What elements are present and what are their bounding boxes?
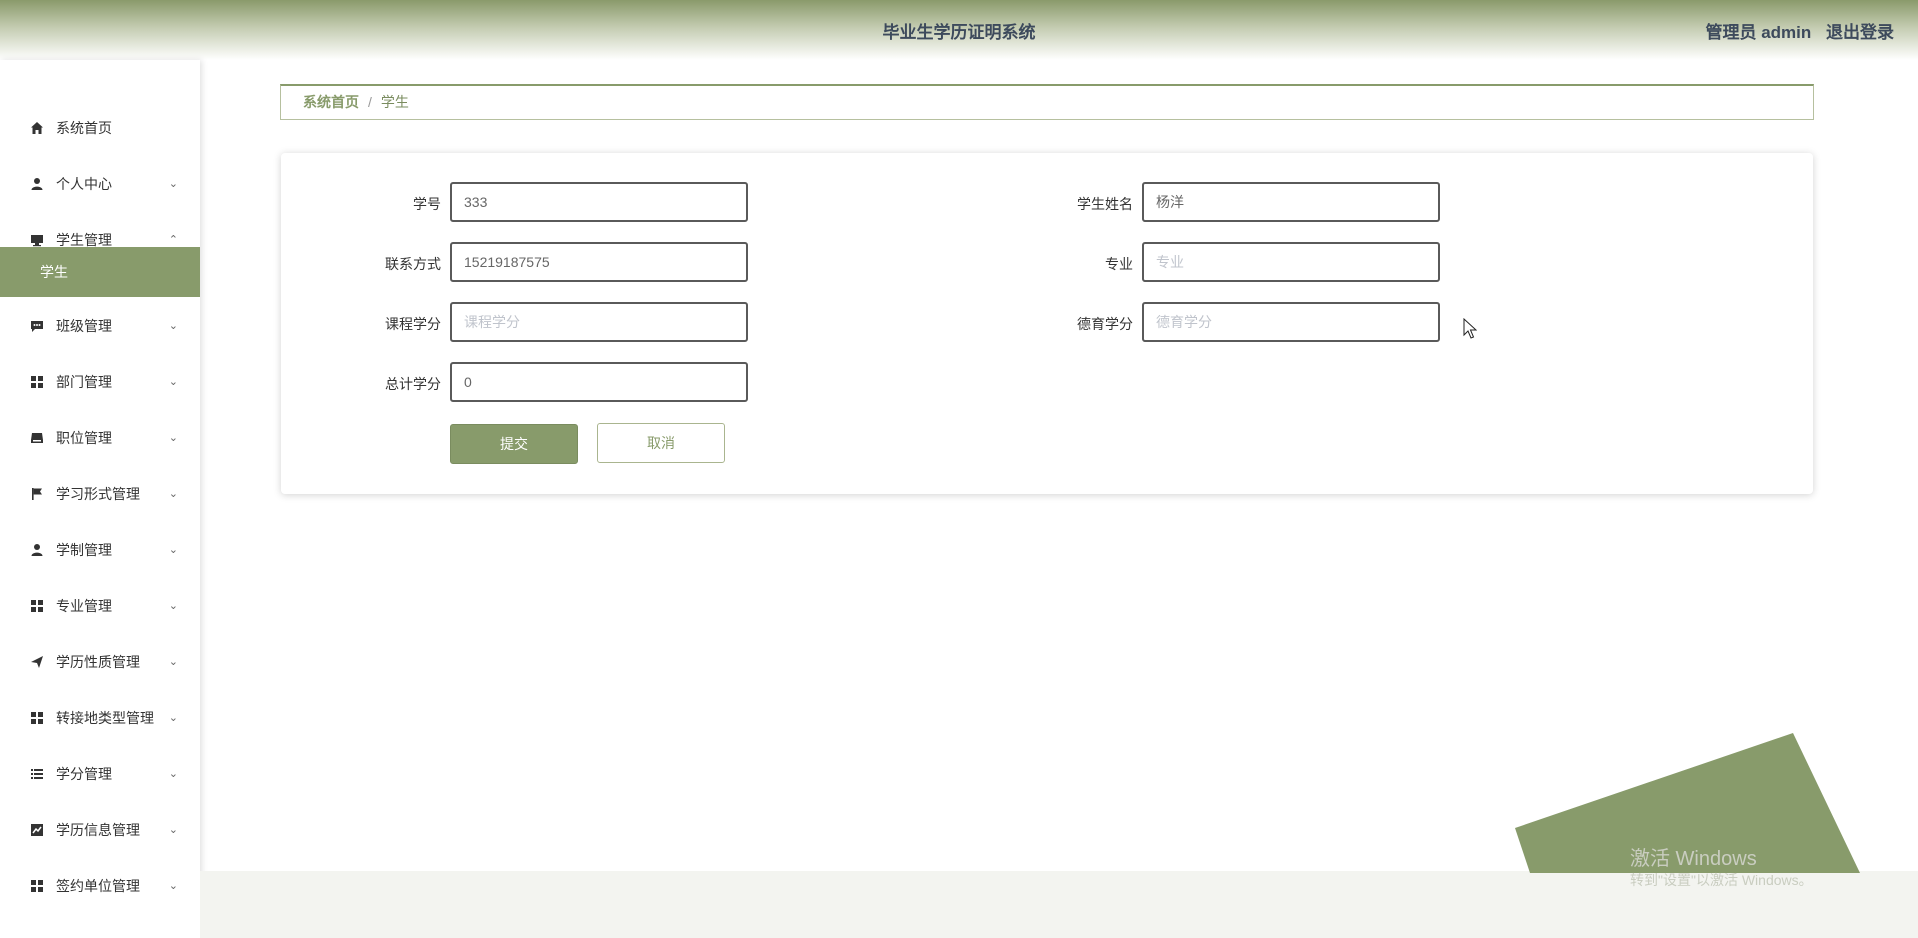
monitor-icon xyxy=(31,235,43,247)
send-icon xyxy=(31,656,43,668)
sidebar-item-transfer-type-mgmt[interactable]: 转接地类型管理 ⌄ xyxy=(0,698,200,738)
sidebar-item-credit-mgmt[interactable]: 学分管理 ⌄ xyxy=(0,754,200,794)
major-input[interactable] xyxy=(1142,242,1440,282)
sidebar-item-personal[interactable]: 个人中心 ⌄ xyxy=(0,164,200,204)
activate-windows-title: 激活 Windows xyxy=(1630,848,1757,870)
sidebar-item-edu-system-mgmt[interactable]: 学制管理 ⌄ xyxy=(0,530,200,570)
major-label: 专业 xyxy=(1105,256,1133,272)
logout-link[interactable]: 退出登录 xyxy=(1826,23,1894,42)
person-icon xyxy=(31,178,43,190)
cancel-button[interactable]: 取消 xyxy=(597,423,725,463)
total-credits-input[interactable] xyxy=(450,362,748,402)
chevron-down-icon: ⌄ xyxy=(168,376,178,388)
student-id-label: 学号 xyxy=(413,196,441,212)
breadcrumb: 系统首页 / 学生 xyxy=(280,84,1814,120)
chevron-down-icon: ⌄ xyxy=(168,320,178,332)
chevron-down-icon: ⌄ xyxy=(168,824,178,836)
chevron-down-icon: ⌄ xyxy=(168,488,178,500)
sidebar-item-major-mgmt[interactable]: 专业管理 ⌄ xyxy=(0,586,200,626)
sidebar-item-label: 学分管理 xyxy=(56,766,112,782)
chevron-down-icon: ⌄ xyxy=(168,768,178,780)
chart-icon xyxy=(31,824,43,836)
moral-credits-label: 德育学分 xyxy=(1077,316,1133,332)
chevron-down-icon: ⌄ xyxy=(168,880,178,892)
user-area: 管理员 admin 退出登录 xyxy=(1705,18,1894,43)
tray-icon xyxy=(31,433,43,443)
app-title: 毕业生学历证明系统 xyxy=(882,23,1036,42)
grid-icon xyxy=(31,600,43,612)
sidebar-item-label: 个人中心 xyxy=(56,176,112,192)
chevron-down-icon: ⌄ xyxy=(168,600,178,612)
sidebar-item-label: 系统首页 xyxy=(56,120,112,136)
chevron-down-icon: ⌄ xyxy=(168,544,178,556)
chevron-down-icon: ⌄ xyxy=(168,656,178,668)
student-id-input[interactable] xyxy=(450,182,748,222)
chevron-down-icon: ⌄ xyxy=(168,178,178,190)
submit-button[interactable]: 提交 xyxy=(450,424,578,464)
admin-label: 管理员 admin xyxy=(1705,23,1812,42)
sidebar-subitem-label: 学生 xyxy=(40,264,68,280)
sidebar-item-dept-mgmt[interactable]: 部门管理 ⌄ xyxy=(0,362,200,402)
sidebar-item-label: 学历信息管理 xyxy=(56,822,140,838)
sidebar-item-home[interactable]: 系统首页 xyxy=(0,108,200,148)
breadcrumb-separator: / xyxy=(368,94,372,110)
chevron-down-icon: ⌄ xyxy=(168,712,178,724)
sidebar-item-label: 班级管理 xyxy=(56,318,112,334)
phone-input[interactable] xyxy=(450,242,748,282)
sidebar-item-position-mgmt[interactable]: 职位管理 ⌄ xyxy=(0,418,200,458)
student-form: 学号 学生姓名 联系方式 专业 课程学分 德育学分 总计学分 提交 取消 xyxy=(281,153,1813,494)
activate-windows-hint: 转到"设置"以激活 Windows。 xyxy=(1630,872,1813,888)
grid-icon xyxy=(31,712,43,724)
sidebar-item-employer-mgmt[interactable]: 签约单位管理 ⌄ xyxy=(0,866,200,906)
sidebar-item-label: 专业管理 xyxy=(56,598,112,614)
sidebar-item-degree-nature-mgmt[interactable]: 学历性质管理 ⌄ xyxy=(0,642,200,682)
sidebar-item-degree-info-mgmt[interactable]: 学历信息管理 ⌄ xyxy=(0,810,200,850)
top-header: 毕业生学历证明系统 管理员 admin 退出登录 xyxy=(0,0,1918,60)
sidebar-item-label: 转接地类型管理 xyxy=(56,710,154,726)
sidebar-item-label: 学习形式管理 xyxy=(56,486,140,502)
sidebar-item-study-form-mgmt[interactable]: 学习形式管理 ⌄ xyxy=(0,474,200,514)
chevron-down-icon: ⌄ xyxy=(168,432,178,444)
sidebar-item-class-mgmt[interactable]: 班级管理 ⌄ xyxy=(0,306,200,346)
sidebar-item-label: 职位管理 xyxy=(56,430,112,446)
sidebar-item-label: 签约单位管理 xyxy=(56,878,140,894)
person-icon xyxy=(31,544,43,556)
mouse-cursor-icon xyxy=(1463,318,1477,339)
sidebar-item-label: 学历性质管理 xyxy=(56,654,140,670)
breadcrumb-home-link[interactable]: 系统首页 xyxy=(303,94,359,110)
sidebar-subitem-student[interactable]: 学生 xyxy=(0,247,200,297)
sidebar-item-label: 部门管理 xyxy=(56,374,112,390)
flag-icon xyxy=(32,488,42,500)
breadcrumb-current: 学生 xyxy=(380,94,409,110)
sidebar-item-label: 学制管理 xyxy=(56,542,112,558)
course-credits-label: 课程学分 xyxy=(385,316,441,332)
total-credits-label: 总计学分 xyxy=(385,376,441,392)
course-credits-input[interactable] xyxy=(450,302,748,342)
student-name-input[interactable] xyxy=(1142,182,1440,222)
grid-icon xyxy=(31,376,43,388)
chat-icon xyxy=(31,321,43,332)
grid-icon xyxy=(31,880,43,892)
sidebar: 系统首页 个人中心 ⌄ 学生管理 ⌃ 学生 班级管理 ⌄ 部门管理 ⌄ 职位管理… xyxy=(0,60,200,938)
moral-credits-input[interactable] xyxy=(1142,302,1440,342)
home-icon xyxy=(31,122,43,134)
phone-label: 联系方式 xyxy=(385,256,441,272)
student-name-label: 学生姓名 xyxy=(1077,196,1133,212)
list-icon xyxy=(31,769,43,779)
